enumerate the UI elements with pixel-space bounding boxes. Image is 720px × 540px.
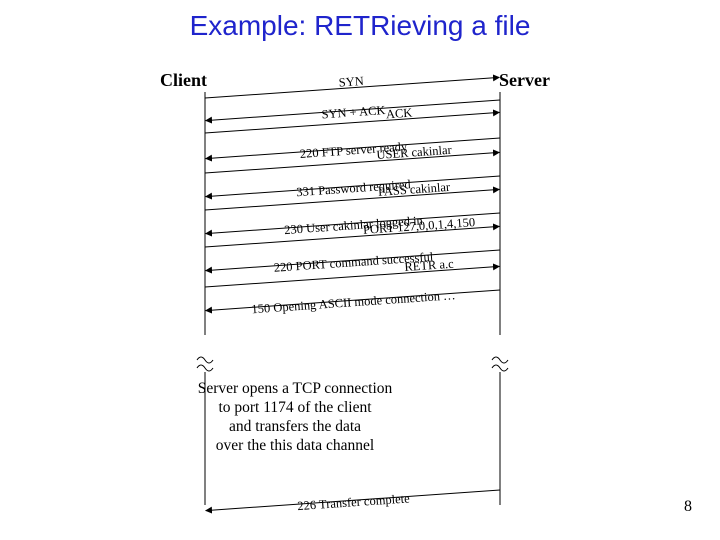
msg-opening-label: 150 Opening ASCII mode connection …	[251, 288, 456, 316]
msg-syn-label: SYN	[338, 74, 364, 90]
server-break	[492, 357, 508, 363]
msg-synack-label: SYN + ACK	[321, 103, 386, 121]
msg-opening: 150 Opening ASCII mode connection …	[205, 285, 500, 320]
page-number: 8	[684, 498, 692, 516]
client-break	[197, 357, 213, 363]
sequence-diagram: SYN SYN + ACK ACK 220 FTP server ready	[0, 0, 720, 540]
msg-xfer-done: 226 Transfer complete	[205, 485, 500, 520]
server-break-2	[492, 365, 508, 371]
msg-synack: SYN + ACK	[205, 95, 500, 130]
msg-port-ok: 220 PORT command successful	[205, 245, 500, 280]
client-break-2	[197, 365, 213, 371]
msg-ack-label: ACK	[385, 106, 412, 122]
slide: Example: RETRieving a file Client Server…	[0, 0, 720, 540]
msg-syn: SYN	[204, 64, 499, 99]
msg-xfer-done-label: 226 Transfer complete	[297, 491, 411, 513]
msg-retr-label: RETR a.c	[404, 257, 455, 274]
msg-pwreq: 331 Password required	[205, 171, 500, 206]
data-channel-note: Server opens a TCP connectionto port 117…	[155, 380, 435, 456]
